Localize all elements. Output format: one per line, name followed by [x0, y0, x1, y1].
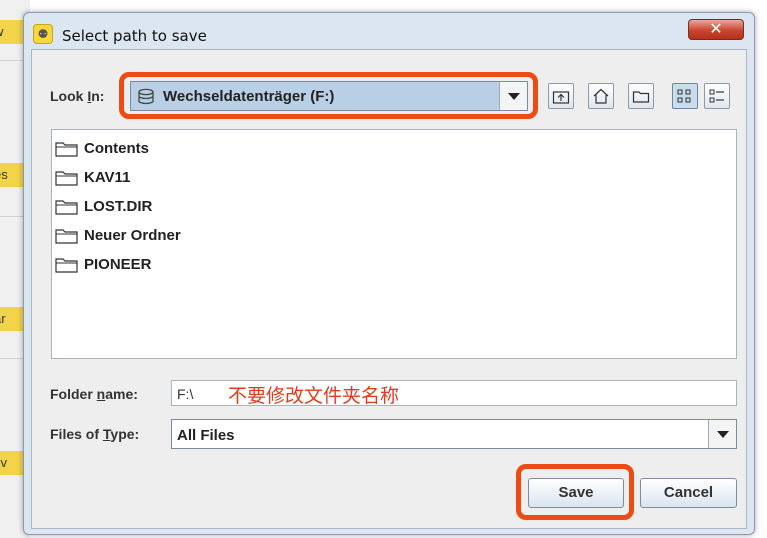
folder-icon	[55, 200, 78, 215]
background-fragment: l v	[0, 451, 24, 475]
details-view-icon	[709, 89, 724, 103]
new-folder-button[interactable]	[628, 83, 654, 109]
file-list[interactable]: Contents KAV11 LOST.DIR Neuer Ordner PIO…	[51, 129, 737, 359]
background-fragment: es	[0, 163, 24, 187]
files-of-type-dropdown[interactable]: All Files	[171, 419, 737, 449]
app-icon: ⚉	[33, 24, 53, 44]
background-fragment: ar	[0, 307, 24, 331]
title-bar[interactable]: ⚉ Select path to save ✕	[24, 13, 754, 49]
file-name: Contents	[84, 140, 149, 157]
save-dialog: ⚉ Select path to save ✕ Look In: Wechsel…	[23, 12, 755, 535]
up-one-level-icon	[552, 91, 570, 104]
home-button[interactable]	[588, 83, 614, 109]
file-name: Neuer Ordner	[84, 227, 181, 244]
list-view-button[interactable]	[672, 83, 698, 109]
dialog-content: Look In: Wechseldatenträger (F:) Content…	[31, 49, 747, 529]
folder-name-label: Folder name:	[50, 386, 138, 402]
background-fragment: w	[0, 20, 24, 44]
file-name: LOST.DIR	[84, 198, 153, 215]
list-view-icon	[677, 89, 691, 103]
file-name: KAV11	[84, 169, 131, 186]
folder-name-annotation: 不要修改文件夹名称	[228, 385, 400, 407]
list-item[interactable]: Neuer Ordner	[55, 224, 315, 248]
list-item[interactable]: LOST.DIR	[55, 195, 315, 219]
files-of-type-value: All Files	[177, 427, 235, 444]
folder-icon	[55, 229, 78, 244]
cancel-button[interactable]: Cancel	[640, 478, 737, 508]
files-of-type-label: Files of Type:	[50, 426, 140, 442]
chevron-down-icon[interactable]	[708, 420, 736, 448]
highlight-save	[516, 464, 634, 520]
new-folder-icon	[632, 91, 650, 103]
look-in-label: Look In:	[50, 88, 105, 104]
file-name: PIONEER	[84, 256, 152, 273]
home-icon	[593, 88, 609, 104]
folder-name-value: F:\	[177, 386, 194, 402]
details-view-button[interactable]	[704, 83, 730, 109]
list-item[interactable]: Contents	[55, 137, 315, 161]
up-one-level-button[interactable]	[548, 83, 574, 109]
highlight-look-in	[119, 72, 538, 119]
close-button[interactable]: ✕	[688, 19, 744, 40]
list-item[interactable]: KAV11	[55, 166, 315, 190]
folder-icon	[55, 171, 78, 186]
dialog-title: Select path to save	[62, 27, 207, 45]
list-item[interactable]: PIONEER	[55, 253, 315, 277]
close-icon: ✕	[709, 21, 723, 38]
folder-name-input[interactable]: F:\ 不要修改文件夹名称	[171, 380, 737, 407]
folder-icon	[55, 258, 78, 273]
folder-icon	[55, 142, 78, 157]
